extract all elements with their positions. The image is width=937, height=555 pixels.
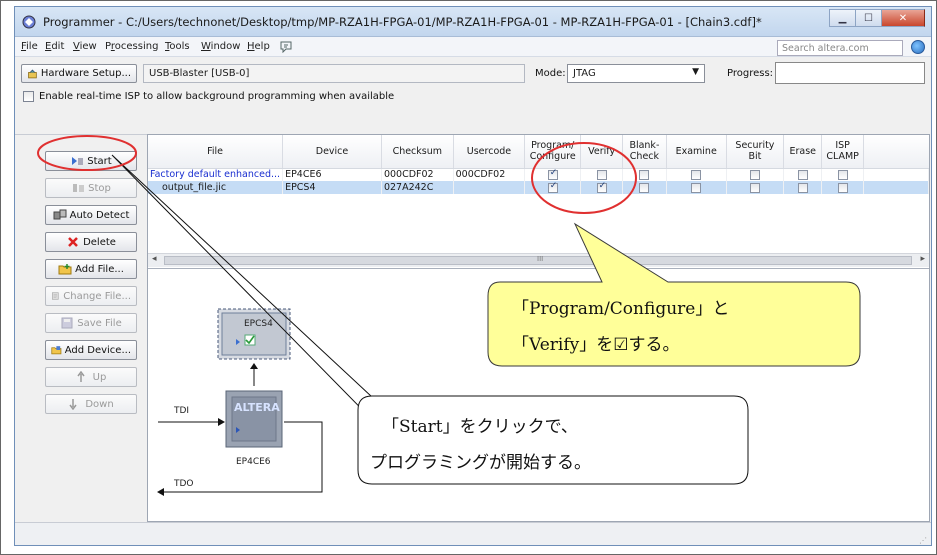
start-pointer-lines <box>111 154 401 449</box>
start-callout-line1: 「Start」をクリックで、 <box>382 417 578 437</box>
start-highlight-circle <box>37 135 137 171</box>
start-callout: 「Start」をクリックで、 プログラミングが開始する。 <box>357 395 749 485</box>
annotation-overlay: 「Program/Configure」と 「Verify」を☑する。 「Star… <box>37 135 861 485</box>
program-verify-highlight-circle <box>531 142 637 214</box>
program-verify-callout-line1: 「Program/Configure」と <box>512 299 729 319</box>
program-verify-callout-line2: 「Verify」を☑する。 <box>512 335 679 355</box>
start-callout-line2: プログラミングが開始する。 <box>370 453 591 473</box>
program-verify-callout: 「Program/Configure」と 「Verify」を☑する。 <box>487 222 861 367</box>
